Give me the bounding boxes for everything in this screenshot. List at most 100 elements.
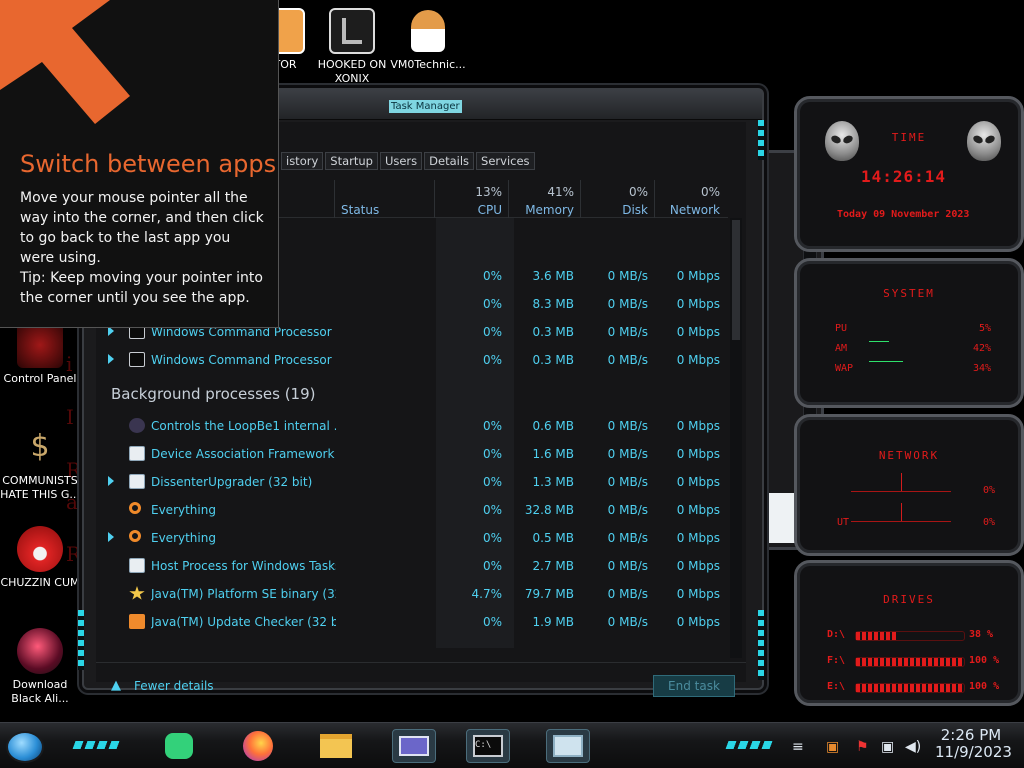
process-list-scrollbar[interactable] — [730, 218, 742, 658]
expand-chevron-icon[interactable] — [108, 476, 114, 486]
tab-users[interactable]: Users — [379, 152, 423, 170]
process-network-value: 0 Mbps — [676, 297, 720, 311]
column-header-disk[interactable]: 0% Disk — [582, 185, 648, 217]
desktop-icon-control-panel[interactable]: Control Panel — [0, 322, 80, 386]
drive-value: 38 % — [969, 629, 994, 640]
fewer-details-link[interactable]: Fewer details — [134, 679, 214, 693]
column-header-memory[interactable]: 41% Memory — [510, 185, 574, 217]
java-update-tray-icon[interactable]: ▣ — [826, 739, 839, 755]
window-frame-accent — [78, 610, 84, 670]
process-disk-value: 0 MB/s — [607, 447, 648, 461]
process-disk-value: 0 MB/s — [607, 559, 648, 573]
desktop-icon-download-black-alien[interactable]: Download Black Ali... — [0, 628, 80, 706]
column-header-status[interactable]: Status — [341, 203, 379, 217]
taskbar-app-firefox[interactable] — [236, 729, 280, 763]
process-cpu-value: 0% — [482, 475, 502, 489]
java-update-icon — [129, 614, 145, 629]
desktop-icon-xonix[interactable]: HOOKED ON XONIX — [312, 8, 392, 86]
process-row[interactable]: Device Association Framework ... 0% 1.6 MB… — [96, 440, 728, 468]
cmd-icon: C:\ — [473, 735, 503, 757]
process-network-value: 0 Mbps — [676, 559, 720, 573]
taskbar-clock[interactable]: 2:26 PM 11/9/2023 — [935, 727, 1012, 761]
network-out-label: UT — [837, 517, 850, 528]
cpu-header-label: CPU — [477, 203, 502, 217]
show-hidden-icons-icon[interactable]: ≡ — [792, 739, 804, 755]
process-row[interactable]: Java(TM) Update Checker (32 bit) 0% 1.9 MB… — [96, 608, 728, 636]
process-name: Device Association Framework ... — [151, 447, 336, 461]
network-total-value: 0% — [700, 185, 720, 199]
process-row[interactable]: Everything 0% 0.5 MB 0 MB/s 0 Mbps — [96, 524, 728, 552]
tab-details[interactable]: Details — [424, 152, 475, 170]
taskbar-app-media-window[interactable] — [392, 729, 436, 763]
volume-icon[interactable]: ◀) — [905, 739, 921, 755]
system-graph-line — [869, 361, 903, 362]
desktop-icon-label: Control Panel — [3, 372, 77, 385]
drive-value: 100 % — [969, 681, 1000, 692]
desktop-icon-vm0technician[interactable]: VM0Technic... — [388, 8, 468, 72]
start-button[interactable] — [6, 731, 44, 763]
drive-label: D:\ — [827, 629, 846, 640]
process-name: Controls the LoopBe1 internal ... — [151, 419, 336, 433]
process-row[interactable]: Everything 0% 32.8 MB 0 MB/s 0 Mbps — [96, 496, 728, 524]
process-network-value: 0 Mbps — [676, 353, 720, 367]
process-cpu-value: 4.7% — [471, 587, 503, 601]
process-memory-value: 3.6 MB — [532, 269, 574, 283]
notes-app-icon — [165, 733, 193, 759]
column-header-cpu[interactable]: 13% CPU — [436, 185, 502, 217]
process-memory-value: 8.3 MB — [532, 297, 574, 311]
taskbar-app-task-manager[interactable] — [546, 729, 590, 763]
desktop-icon-chuzzin[interactable]: CHUZZIN CUM — [0, 526, 80, 590]
process-row[interactable]: Controls the LoopBe1 internal ... 0% 0.6 M… — [96, 412, 728, 440]
switch-apps-tip[interactable]: Switch between apps Move your mouse poin… — [0, 0, 279, 328]
process-name: Java(TM) Update Checker (32 bit) — [151, 615, 336, 629]
scrollbar-thumb[interactable] — [732, 220, 740, 340]
network-graph-line — [851, 521, 951, 522]
process-memory-value: 32.8 MB — [524, 503, 574, 517]
money-bag-icon: $ — [30, 429, 50, 464]
process-memory-value: 2.7 MB — [532, 559, 574, 573]
end-task-button[interactable]: End task — [653, 675, 735, 697]
process-memory-value: 0.3 MB — [532, 325, 574, 339]
cpu-value: 5% — [979, 323, 992, 334]
task-manager-title: Task Manager — [389, 100, 462, 113]
process-cpu-value: 0% — [482, 615, 502, 629]
tab-app-history[interactable]: istory — [281, 152, 324, 170]
drive-value: 100 % — [969, 655, 1000, 666]
network-header-label: Network — [669, 203, 720, 217]
column-header-network[interactable]: 0% Network — [656, 185, 720, 217]
taskbar-app-command-prompt[interactable]: C:\ — [466, 729, 510, 763]
network-tray-icon[interactable]: ▣ — [881, 739, 894, 755]
tip-title: Switch between apps — [20, 150, 277, 178]
tab-startup[interactable]: Startup — [325, 152, 378, 170]
window-icon — [129, 446, 145, 461]
process-row[interactable]: Windows Command Processor 0% 0.3 MB 0 MB/s 0… — [96, 346, 728, 374]
red-creature-icon — [17, 526, 63, 572]
tab-services[interactable]: Services — [476, 152, 535, 170]
process-row[interactable]: DissenterUpgrader (32 bit) 0% 1.3 MB 0 MB/s… — [96, 468, 728, 496]
desktop-icon-label: COMMUNISTS HATE THIS G... — [0, 474, 80, 501]
network-graph-line — [851, 491, 951, 492]
task-manager-footer: ▲ Fewer details End task — [96, 662, 746, 697]
process-cpu-value: 0% — [482, 503, 502, 517]
process-row[interactable]: Java(TM) Platform SE binary (32... 4.7% 79… — [96, 580, 728, 608]
chevron-up-icon[interactable]: ▲ — [111, 679, 125, 693]
expand-chevron-icon[interactable] — [108, 532, 114, 542]
process-cpu-value: 0% — [482, 297, 502, 311]
file-explorer-icon — [320, 734, 352, 758]
corner-arrow-icon — [0, 0, 130, 124]
drive-label: E:\ — [827, 681, 846, 692]
system-widget: SYSTEM PU 5% AM 42% WAP 34% — [794, 258, 1024, 408]
taskbar-app-notes[interactable] — [157, 729, 201, 763]
process-cpu-value: 0% — [482, 559, 502, 573]
security-flag-icon[interactable]: ⚑ — [856, 739, 869, 755]
desktop-icon-communists[interactable]: $ COMMUNISTS HATE THIS G... — [0, 424, 80, 502]
process-name: Host Process for Windows Tasks — [151, 559, 336, 573]
taskbar-decoration — [725, 741, 775, 749]
taskbar-app-file-explorer[interactable] — [314, 729, 358, 763]
process-cpu-value: 0% — [482, 447, 502, 461]
process-row[interactable]: Host Process for Windows Tasks 0% 2.7 MB 0 … — [96, 552, 728, 580]
desktop-icon-label: HOOKED ON XONIX — [317, 58, 387, 85]
expand-chevron-icon[interactable] — [108, 354, 114, 364]
swap-value: 34% — [973, 363, 992, 374]
process-network-value: 0 Mbps — [676, 447, 720, 461]
